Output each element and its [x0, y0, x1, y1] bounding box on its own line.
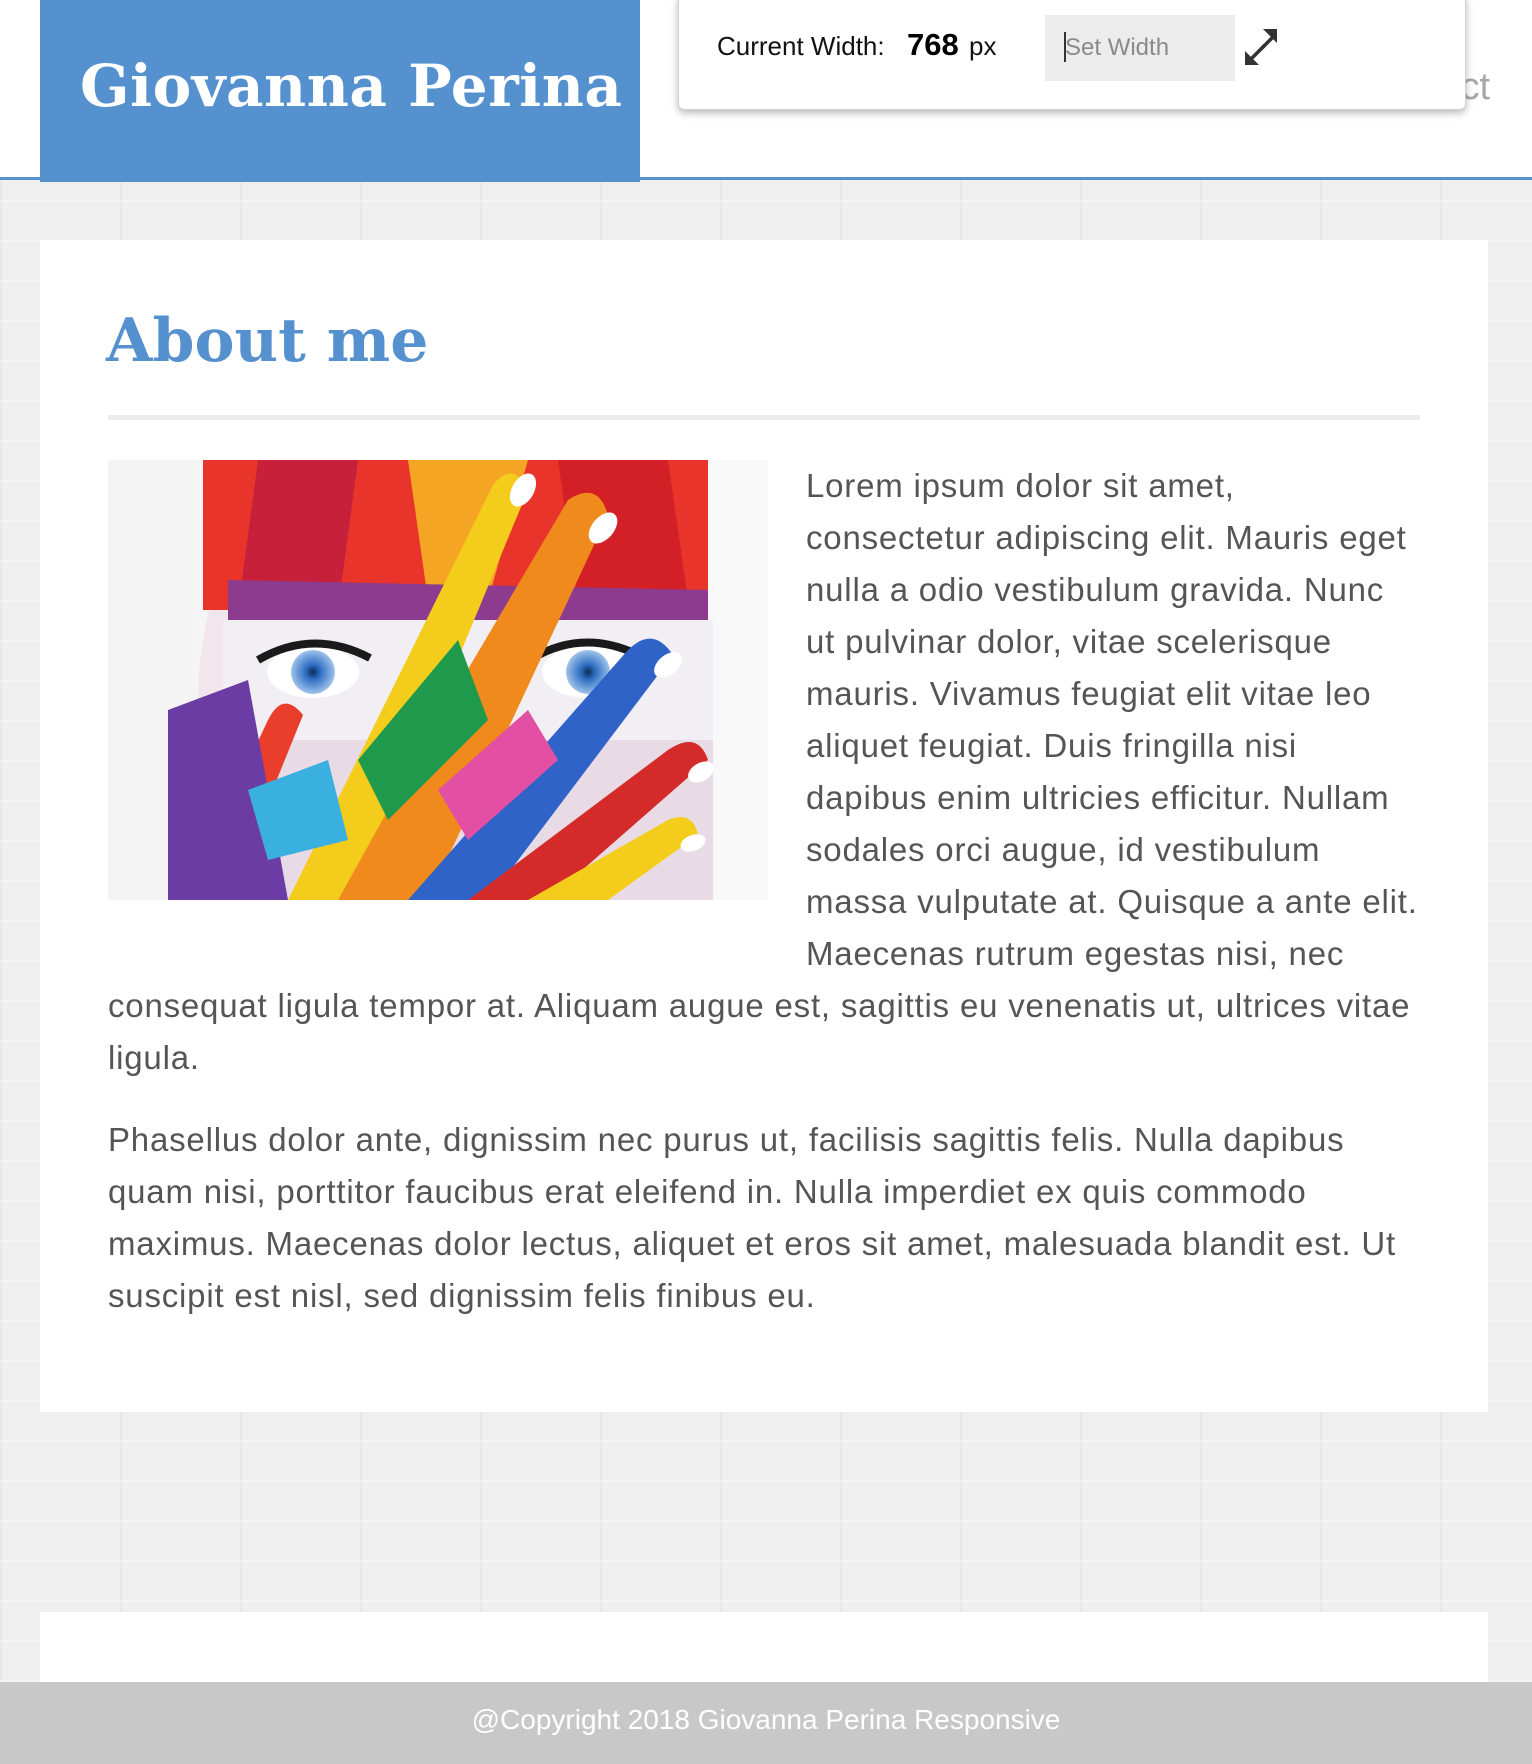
set-width-input[interactable]: [1045, 15, 1235, 81]
current-width-value: 768: [907, 27, 959, 62]
brand-block[interactable]: Giovanna Perina: [40, 0, 640, 182]
copyright-text: @Copyright 2018 Giovanna Perina Responsi…: [471, 1704, 1061, 1735]
about-content: Lorem ipsum dolor sit amet, consectetur …: [108, 460, 1420, 1352]
about-card: About me Lorem ipsum dolor sit amet, con…: [40, 240, 1488, 1412]
site-footer: @Copyright 2018 Giovanna Perina Responsi…: [0, 1682, 1532, 1764]
about-heading: About me: [106, 306, 429, 376]
about-paragraph-2: Phasellus dolor ante, dignissim nec puru…: [108, 1121, 1396, 1314]
expand-arrows-icon[interactable]: [1241, 25, 1285, 69]
current-width-label: Current Width:: [717, 31, 885, 61]
text-caret: [1064, 32, 1066, 62]
current-width-unit: px: [969, 31, 997, 61]
site-title[interactable]: Giovanna Perina: [80, 52, 622, 120]
heading-divider: [108, 415, 1420, 420]
responsive-width-toolbar: Current Width: 768 px: [678, 0, 1466, 110]
painted-face-photo: [108, 460, 768, 900]
